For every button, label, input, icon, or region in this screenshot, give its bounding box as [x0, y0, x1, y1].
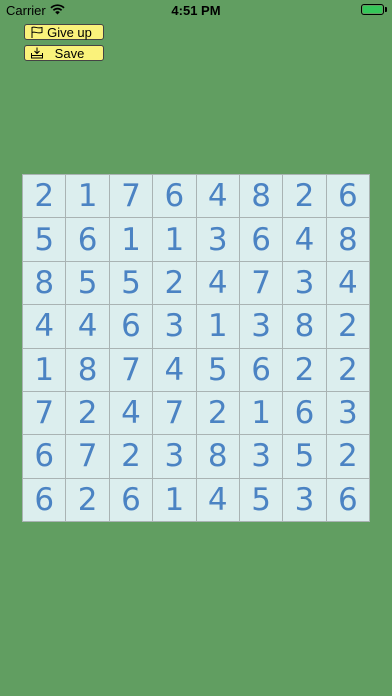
- grid-cell[interactable]: 6: [239, 218, 283, 261]
- save-tray-icon: [30, 47, 44, 59]
- grid-cell[interactable]: 8: [326, 218, 369, 261]
- grid-cell[interactable]: 7: [23, 391, 66, 435]
- battery-level: [363, 6, 382, 13]
- grid-cell[interactable]: 4: [196, 175, 239, 218]
- grid-cell[interactable]: 6: [66, 218, 109, 261]
- grid-cell[interactable]: 3: [196, 218, 239, 261]
- grid-cell[interactable]: 5: [66, 261, 109, 305]
- number-grid: 2176482656113648855247344463138218745622…: [22, 174, 370, 522]
- grid-cell[interactable]: 3: [153, 305, 196, 348]
- grid-cell[interactable]: 8: [239, 175, 283, 218]
- grid-cell[interactable]: 3: [239, 435, 283, 478]
- grid-cell[interactable]: 3: [326, 391, 369, 435]
- grid-cell[interactable]: 7: [153, 391, 196, 435]
- grid-cell[interactable]: 6: [153, 175, 196, 218]
- grid-cell[interactable]: 1: [153, 478, 196, 521]
- grid-cell[interactable]: 2: [23, 175, 66, 218]
- grid-cell[interactable]: 7: [66, 435, 109, 478]
- grid-cell[interactable]: 2: [283, 348, 326, 391]
- grid-cell[interactable]: 1: [23, 348, 66, 391]
- grid-cell[interactable]: 6: [283, 391, 326, 435]
- grid-cell[interactable]: 3: [153, 435, 196, 478]
- grid-cell[interactable]: 8: [196, 435, 239, 478]
- grid-cell[interactable]: 7: [109, 348, 153, 391]
- grid-cell[interactable]: 1: [239, 391, 283, 435]
- grid-cell[interactable]: 1: [66, 175, 109, 218]
- grid-cell[interactable]: 5: [239, 478, 283, 521]
- battery-icon: [361, 4, 384, 15]
- grid-cell[interactable]: 4: [153, 348, 196, 391]
- grid-cell[interactable]: 4: [23, 305, 66, 348]
- grid-cell[interactable]: 6: [23, 478, 66, 521]
- grid-cell[interactable]: 6: [109, 478, 153, 521]
- give-up-label: Give up: [47, 24, 92, 40]
- status-bar: Carrier 4:51 PM: [0, 0, 392, 20]
- grid-cell[interactable]: 3: [283, 478, 326, 521]
- grid-cell[interactable]: 6: [239, 348, 283, 391]
- grid-cell[interactable]: 2: [326, 435, 369, 478]
- grid-cell[interactable]: 1: [109, 218, 153, 261]
- grid-cell[interactable]: 5: [196, 348, 239, 391]
- grid-cell[interactable]: 4: [196, 478, 239, 521]
- grid-cell[interactable]: 2: [196, 391, 239, 435]
- grid-cell[interactable]: 5: [109, 261, 153, 305]
- grid-cell[interactable]: 8: [283, 305, 326, 348]
- save-button[interactable]: Save: [24, 45, 104, 61]
- grid-cell[interactable]: 2: [326, 348, 369, 391]
- grid-cell[interactable]: 2: [109, 435, 153, 478]
- grid-cell[interactable]: 5: [283, 435, 326, 478]
- grid-cell[interactable]: 6: [109, 305, 153, 348]
- grid-cell[interactable]: 2: [66, 478, 109, 521]
- grid-cell[interactable]: 4: [283, 218, 326, 261]
- save-label: Save: [54, 45, 85, 61]
- grid-cell[interactable]: 1: [196, 305, 239, 348]
- grid-cell[interactable]: 6: [23, 435, 66, 478]
- grid-cell[interactable]: 2: [326, 305, 369, 348]
- grid-cell[interactable]: 6: [326, 478, 369, 521]
- give-up-button[interactable]: Give up: [24, 24, 104, 40]
- grid-cell[interactable]: 2: [153, 261, 196, 305]
- grid-cell[interactable]: 3: [239, 305, 283, 348]
- battery-cap: [385, 7, 387, 12]
- grid-cell[interactable]: 4: [326, 261, 369, 305]
- status-time: 4:51 PM: [171, 3, 221, 18]
- grid-cell[interactable]: 3: [283, 261, 326, 305]
- grid-cell[interactable]: 2: [66, 391, 109, 435]
- grid-cell[interactable]: 4: [196, 261, 239, 305]
- grid-cell[interactable]: 2: [283, 175, 326, 218]
- flag-icon: [30, 26, 44, 38]
- grid-cell[interactable]: 6: [326, 175, 369, 218]
- grid-cell[interactable]: 4: [66, 305, 109, 348]
- grid-cell[interactable]: 5: [23, 218, 66, 261]
- grid-cell[interactable]: 4: [109, 391, 153, 435]
- grid-cell[interactable]: 8: [23, 261, 66, 305]
- grid-cell[interactable]: 7: [239, 261, 283, 305]
- grid-cell[interactable]: 8: [66, 348, 109, 391]
- grid-cell[interactable]: 7: [109, 175, 153, 218]
- grid-cell[interactable]: 1: [153, 218, 196, 261]
